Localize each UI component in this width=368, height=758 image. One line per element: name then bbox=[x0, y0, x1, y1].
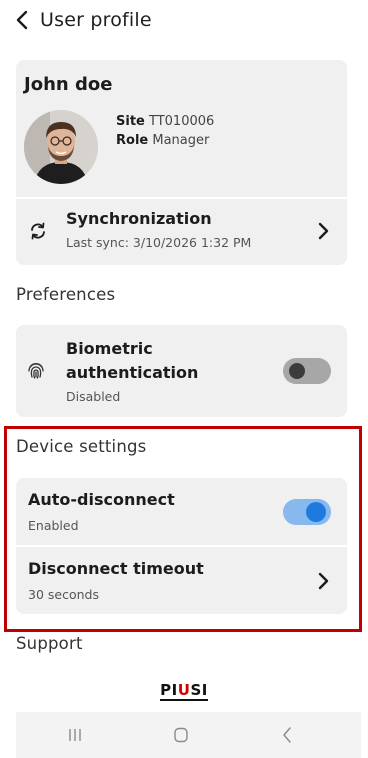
role-line: Role Manager bbox=[116, 131, 214, 150]
disconnect-timeout-row[interactable]: Disconnect timeout 30 seconds bbox=[16, 547, 347, 614]
chevron-right-icon bbox=[317, 571, 329, 591]
piusi-logo: PIUSI bbox=[160, 681, 208, 701]
disconnect-timeout-value: 30 seconds bbox=[28, 587, 99, 602]
logo-part: U bbox=[177, 681, 191, 699]
logo-part: PI bbox=[160, 681, 178, 699]
page-title: User profile bbox=[40, 9, 152, 31]
role-value: Manager bbox=[152, 133, 210, 148]
back-icon[interactable] bbox=[276, 724, 298, 746]
toggle-knob bbox=[306, 502, 326, 522]
device-settings-section-title: Device settings bbox=[16, 437, 147, 456]
chevron-right-icon bbox=[317, 221, 329, 241]
sync-icon bbox=[28, 221, 48, 241]
fingerprint-icon bbox=[26, 361, 46, 381]
brand-logo: PIUSI bbox=[0, 680, 368, 701]
auto-disconnect-row: Auto-disconnect Enabled bbox=[16, 478, 347, 545]
preferences-section-title: Preferences bbox=[16, 285, 116, 304]
profile-details: Site TT010006 Role Manager bbox=[116, 112, 214, 150]
auto-disconnect-title: Auto-disconnect bbox=[28, 490, 175, 509]
avatar bbox=[24, 110, 98, 184]
support-section-title: Support bbox=[16, 634, 83, 653]
device-settings-card: Auto-disconnect Enabled Disconnect timeo… bbox=[16, 478, 347, 614]
role-label: Role bbox=[116, 133, 149, 148]
header: User profile bbox=[16, 6, 152, 34]
sync-title: Synchronization bbox=[66, 209, 212, 228]
biometric-toggle[interactable] bbox=[283, 358, 331, 384]
biometric-status: Disabled bbox=[66, 389, 121, 404]
auto-disconnect-status: Enabled bbox=[28, 518, 79, 533]
home-icon[interactable] bbox=[170, 724, 192, 746]
toggle-knob bbox=[289, 363, 305, 379]
system-navigation-bar bbox=[16, 712, 361, 758]
last-sync-text: Last sync: 3/10/2026 1:32 PM bbox=[66, 235, 252, 250]
biometric-title: Biometric authentication bbox=[66, 339, 199, 382]
site-value: TT010006 bbox=[149, 114, 215, 129]
site-label: Site bbox=[116, 114, 145, 129]
logo-part: SI bbox=[190, 681, 208, 699]
recents-icon[interactable] bbox=[64, 724, 86, 746]
chevron-left-icon[interactable] bbox=[16, 9, 30, 31]
site-line: Site TT010006 bbox=[116, 112, 214, 131]
synchronization-row[interactable]: Synchronization Last sync: 3/10/2026 1:3… bbox=[16, 199, 347, 265]
biometric-card: Biometric authentication Disabled bbox=[16, 325, 347, 417]
disconnect-timeout-title: Disconnect timeout bbox=[28, 559, 204, 578]
user-name: John doe bbox=[24, 74, 113, 95]
profile-card: John doe Site TT010006 Role Manager Sync… bbox=[16, 60, 347, 265]
profile-info: John doe Site TT010006 Role Manager bbox=[16, 60, 347, 197]
auto-disconnect-toggle[interactable] bbox=[283, 499, 331, 525]
